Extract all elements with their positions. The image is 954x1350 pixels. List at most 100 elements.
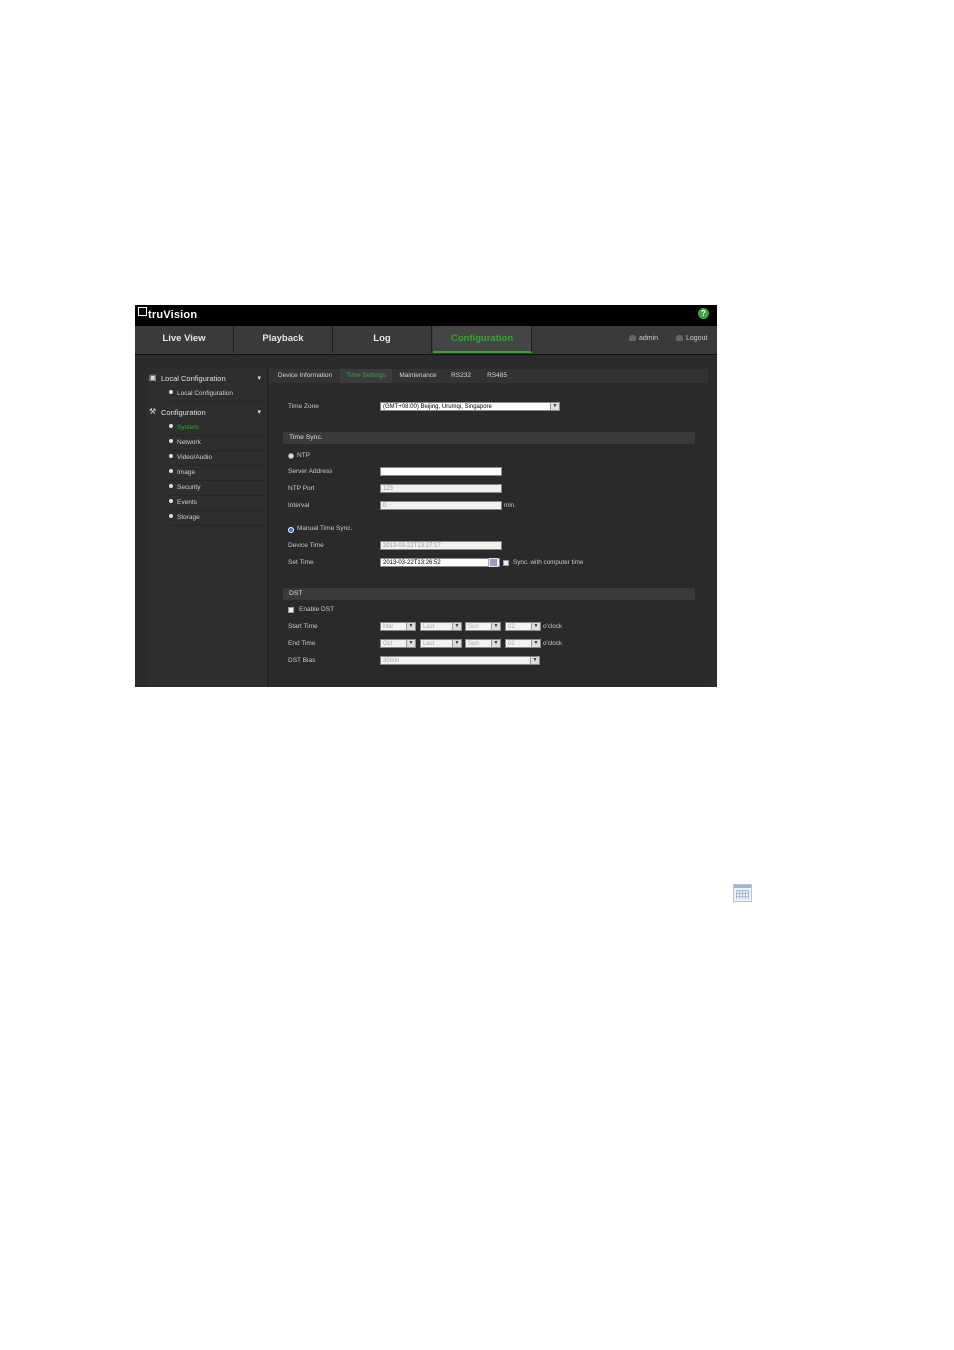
end-hour-select[interactable]: 02 ▼ <box>505 639 541 648</box>
wrench-icon: ⚒ <box>149 407 157 416</box>
ntp-label: NTP <box>297 452 310 459</box>
app-window: truVision ? Live View Playback Log Confi… <box>135 305 717 687</box>
enable-dst-checkbox[interactable] <box>288 607 294 613</box>
time-sync-heading: Time Sync. <box>283 432 695 444</box>
dropdown-arrow-icon: ▼ <box>491 623 500 630</box>
bullet-icon <box>169 390 173 394</box>
monitor-icon: ▣ <box>149 373 157 382</box>
tab-rs232[interactable]: RS232 <box>444 369 478 383</box>
bullet-icon <box>169 514 173 518</box>
bullet-icon <box>169 484 173 488</box>
end-oclock-label: o'clock <box>543 640 563 647</box>
sidebar-item-label: System <box>177 424 199 431</box>
end-day-value: Sun <box>468 641 479 647</box>
sidebar-group-label: Local Configuration <box>161 374 226 383</box>
start-week-value: Last <box>423 624 435 630</box>
logout-icon <box>676 335 683 341</box>
sidebar-item-video-audio[interactable]: Video/Audio <box>169 451 265 466</box>
dst-bias-value: 30min <box>383 658 400 664</box>
dropdown-arrow-icon: ▼ <box>406 623 415 630</box>
brand-logo: truVision <box>138 307 197 321</box>
brand-name: truVision <box>148 309 198 321</box>
sidebar-item-label: Security <box>177 484 201 491</box>
interval-input[interactable]: 0 <box>380 501 502 510</box>
time-zone-select[interactable]: (GMT+08:00) Beijing, Urumqi, Singapore ▼ <box>380 402 560 411</box>
logout-button[interactable]: Logout <box>676 326 707 353</box>
set-time-label: Set Time <box>288 559 314 566</box>
dropdown-arrow-icon: ▼ <box>550 403 559 410</box>
device-time-field: 2013-03-22T13:27:17 <box>380 541 502 550</box>
sidebar-item-security[interactable]: Security <box>169 481 265 496</box>
calendar-grid <box>736 890 749 899</box>
main-content: Device Information Time Settings Mainten… <box>269 369 708 687</box>
sync-computer-label: Sync. with computer time <box>513 559 584 566</box>
start-month-value: Mar <box>383 624 394 630</box>
user-icon <box>629 335 636 341</box>
chevron-down-icon: ▾ <box>257 409 261 416</box>
end-week-select[interactable]: Last ▼ <box>420 639 462 648</box>
sidebar-item-label: Storage <box>177 514 200 521</box>
set-time-input[interactable]: 2013-03-22T13:26:52 <box>380 558 500 567</box>
dropdown-arrow-icon: ▼ <box>491 640 500 647</box>
sidebar-item-local-configuration[interactable]: Local Configuration <box>169 387 265 402</box>
server-address-input[interactable] <box>380 467 502 476</box>
nav-tab-configuration[interactable]: Configuration <box>433 326 532 353</box>
end-week-value: Last <box>423 641 435 647</box>
user-menu[interactable]: admin <box>629 326 658 353</box>
ntp-port-label: NTP Port <box>288 485 315 492</box>
bullet-icon <box>169 469 173 473</box>
manual-sync-label: Manual Time Sync. <box>297 525 353 532</box>
dst-bias-select[interactable]: 30min ▼ <box>380 656 540 665</box>
end-hour-value: 02 <box>508 641 515 647</box>
nav-tab-log[interactable]: Log <box>333 326 432 353</box>
ntp-radio[interactable] <box>288 453 294 459</box>
bullet-icon <box>169 454 173 458</box>
sidebar-group-local-configuration[interactable]: ▣ Local Configuration ▾ <box>147 372 267 386</box>
calendar-grid <box>490 559 497 566</box>
nav-tab-live-view[interactable]: Live View <box>135 326 234 353</box>
top-bar: truVision ? <box>135 305 717 326</box>
dst-heading: DST <box>283 588 695 600</box>
dropdown-arrow-icon: ▼ <box>531 623 540 630</box>
start-oclock-label: o'clock <box>543 623 563 630</box>
ntp-port-input[interactable]: 123 <box>380 484 502 493</box>
dst-bias-label: DST Bias <box>288 657 316 664</box>
chevron-down-icon: ▾ <box>257 375 261 382</box>
start-month-select[interactable]: Mar ▼ <box>380 622 416 631</box>
start-time-label: Start Time <box>288 623 318 630</box>
dropdown-arrow-icon: ▼ <box>406 640 415 647</box>
tab-device-information[interactable]: Device Information <box>271 369 339 383</box>
logo-mark-icon <box>138 307 147 316</box>
end-month-select[interactable]: Oct ▼ <box>380 639 416 648</box>
dropdown-arrow-icon: ▼ <box>452 640 461 647</box>
help-icon[interactable]: ? <box>698 308 709 319</box>
sidebar-item-image[interactable]: Image <box>169 466 265 481</box>
tab-maintenance[interactable]: Maintenance <box>393 369 443 383</box>
end-time-label: End Time <box>288 640 316 647</box>
time-zone-label: Time Zone <box>288 403 319 410</box>
end-day-select[interactable]: Sun ▼ <box>465 639 501 648</box>
tab-time-settings[interactable]: Time Settings <box>340 369 392 383</box>
tab-rs485[interactable]: RS485 <box>479 369 515 383</box>
sidebar-item-label: Events <box>177 499 197 506</box>
start-day-select[interactable]: Sun ▼ <box>465 622 501 631</box>
manual-sync-radio[interactable] <box>288 527 294 533</box>
sidebar-item-network[interactable]: Network <box>169 436 265 451</box>
end-month-value: Oct <box>383 641 393 647</box>
calendar-header <box>734 885 751 888</box>
sync-computer-checkbox[interactable] <box>503 560 509 566</box>
logout-label: Logout <box>686 335 708 342</box>
bullet-icon <box>169 439 173 443</box>
start-hour-select[interactable]: 02 ▼ <box>505 622 541 631</box>
sidebar-item-events[interactable]: Events <box>169 496 265 511</box>
calendar-picker-icon[interactable] <box>488 558 498 567</box>
sidebar-item-label: Network <box>177 439 201 446</box>
server-address-label: Server Address <box>288 468 333 475</box>
nav-tab-playback[interactable]: Playback <box>234 326 333 353</box>
sidebar-group-label: Configuration <box>161 408 206 417</box>
sidebar-item-storage[interactable]: Storage <box>169 511 265 526</box>
sidebar-group-configuration[interactable]: ⚒ Configuration ▾ <box>147 406 267 420</box>
start-week-select[interactable]: Last ▼ <box>420 622 462 631</box>
dropdown-arrow-icon: ▼ <box>452 623 461 630</box>
sidebar-item-system[interactable]: System <box>169 421 265 436</box>
